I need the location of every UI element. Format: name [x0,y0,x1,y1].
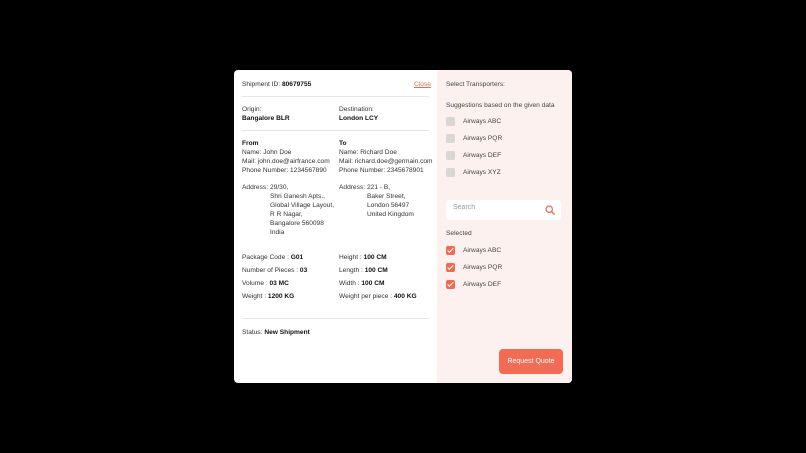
shipment-id-label: Shipment ID: [242,81,281,88]
length-value: 100 CM [364,267,388,274]
from-heading: From [242,140,259,147]
shipment-modal: Shipment ID: 80679755 Close Origin: Bang… [234,70,572,383]
to-name: Name: Richard Doe [339,149,397,156]
package-code-label: Package Code : [242,254,289,261]
pieces-value: 03 [299,267,308,274]
height-value: 100 CM [363,254,387,261]
to-heading: To [339,140,347,147]
weight-per-piece-value: 400 KG [393,293,417,300]
address-line: 29/30, [270,184,289,191]
width-label: Width : [339,280,360,287]
shipment-details-panel: Shipment ID: 80679755 Close Origin: Bang… [234,70,437,383]
weight: Weight : 1200 KG [242,293,294,300]
suggestions-label: Suggestions based on the given data [446,102,555,109]
selected-label: Selected [446,230,472,237]
status: Status: New Shipment [242,329,310,336]
status-value: New Shipment [264,329,310,336]
checkbox-checked[interactable] [446,263,455,272]
height: Height : 100 CM [339,254,387,261]
select-transporters-title: Select Transporters: [446,81,506,88]
suggestion-label: Airways DEF [463,152,502,159]
origin-value: Bangalore BLR [242,115,290,122]
address-line: Global Village Layout, [270,201,335,209]
number-of-pieces: Number of Pieces : 03 [242,267,307,274]
suggestion-label: Airways ABC [463,118,502,125]
length: Length : 100 CM [339,267,388,274]
shipment-id: Shipment ID: 80679755 [242,81,311,88]
from-mail: Mail: john.doe@airfrance.com [242,158,330,165]
search-icon[interactable] [545,205,555,215]
width: Width : 100 CM [339,280,384,287]
transporters-panel: Select Transporters: Suggestions based o… [437,70,572,383]
from-address: 29/30, Shri Ganesh Apts., Global Village… [270,184,334,237]
pieces-label: Number of Pieces : [242,267,299,274]
checkbox-unchecked[interactable] [446,117,455,126]
to-phone: Phone Number: 2345678901 [339,167,424,174]
length-label: Length : [339,267,363,274]
address-line: Shri Ganesh Apts., [270,192,325,200]
origin-label: Origin: [242,106,262,113]
address-line: R R Nagar, [270,210,303,218]
divider [242,318,429,319]
checkbox-unchecked[interactable] [446,151,455,160]
weight-per-piece: Weight per piece : 400 KG [339,293,417,300]
to-mail: Mail: richard.doe@germain.com [339,158,433,165]
volume-value: 03 MC [269,280,289,287]
checkbox-checked[interactable] [446,280,455,289]
request-quote-button[interactable]: Request Quote [499,349,563,374]
weight-label: Weight : [242,293,267,300]
height-label: Height : [339,254,362,261]
shipment-id-value: 80679755 [281,81,312,88]
address-line: India [270,228,285,236]
from-phone: Phone Number: 1234567890 [242,167,327,174]
status-label: Status: [242,329,263,336]
divider [242,130,429,131]
to-address-label: Address: [339,184,366,191]
search-input[interactable] [453,204,533,211]
weight-value: 1200 KG [267,293,295,300]
checkbox-unchecked[interactable] [446,168,455,177]
destination-label: Destination: [339,106,374,113]
selected-transporter-label: Airways DEF [463,281,502,288]
address-line: 221 - B, [367,184,391,191]
volume: Volume : 03 MC [242,280,289,287]
width-value: 100 CM [361,280,385,287]
transporter-search[interactable] [446,200,561,220]
divider [242,96,429,97]
address-line: Bangalore 560098 [270,219,324,227]
address-line: United Kingdom [367,210,414,218]
address-line: Baker Street, [367,192,406,200]
package-code: Package Code : G01 [242,254,303,261]
destination-value: London LCY [339,115,379,122]
suggestion-label: Airways XYZ [463,169,501,176]
to-address: 221 - B, Baker Street, London 56497 Unit… [367,184,414,220]
from-name: Name: John Doe [242,149,292,156]
volume-label: Volume : [242,280,268,287]
suggestion-label: Airways PQR [463,135,503,142]
selected-transporter-label: Airways PQR [463,264,503,271]
close-link[interactable]: Close [414,81,431,88]
package-code-value: G01 [290,254,304,261]
from-address-label: Address: [242,184,269,191]
checkbox-checked[interactable] [446,246,455,255]
weight-per-piece-label: Weight per piece : [339,293,393,300]
checkbox-unchecked[interactable] [446,134,455,143]
address-line: London 56497 [367,201,410,209]
selected-transporter-label: Airways ABC [463,247,502,254]
